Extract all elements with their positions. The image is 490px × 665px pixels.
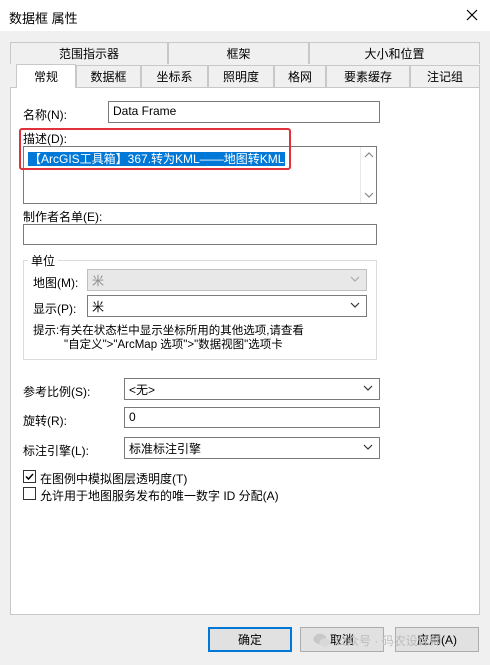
tab-label: 格网 — [287, 70, 312, 84]
close-button[interactable] — [458, 2, 486, 28]
unique-id-checkbox[interactable] — [23, 487, 36, 500]
simulate-transparency-checkbox[interactable] — [23, 470, 36, 483]
wechat-icon — [313, 633, 331, 647]
tab-annotation-groups[interactable]: 注记组 — [410, 65, 480, 87]
scroll-down-icon[interactable] — [361, 189, 377, 201]
tab-label: 框架 — [226, 47, 251, 61]
tab-label: 坐标系 — [156, 70, 193, 84]
description-label: 描述(D): — [23, 132, 67, 146]
description-scrollbar[interactable] — [360, 147, 376, 203]
chevron-down-icon — [363, 385, 373, 391]
map-units-select: 米 — [87, 269, 367, 291]
reference-scale-select[interactable]: <无> — [124, 378, 380, 400]
display-units-label: 显示(P): — [33, 302, 77, 316]
credits-label: 制作者名单(E): — [23, 210, 103, 224]
reference-scale-value: <无> — [129, 383, 156, 397]
label-engine-value: 标准标注引擎 — [129, 442, 202, 456]
tab-general[interactable]: 常规 — [16, 64, 76, 88]
tab-label: 照明度 — [222, 70, 259, 84]
tab-label: 大小和位置 — [364, 47, 425, 61]
map-units-value: 米 — [92, 274, 105, 288]
unique-id-label[interactable]: 允许用于地图服务发布的唯一数字 ID 分配(A) — [40, 487, 279, 504]
description-text: 【ArcGIS工具箱】367.转为KML——地图转KML — [28, 152, 286, 166]
tab-size-position[interactable]: 大小和位置 — [309, 42, 480, 64]
rotation-label: 旋转(R): — [23, 414, 67, 428]
name-label: 名称(N): — [23, 108, 67, 122]
scroll-up-icon[interactable] — [361, 149, 377, 161]
tab-frame[interactable]: 框架 — [168, 42, 309, 64]
label-engine-label: 标注引擎(L): — [23, 444, 90, 458]
tab-feature-cache[interactable]: 要素缓存 — [326, 65, 410, 87]
ok-button[interactable]: 确定 — [208, 627, 292, 652]
tab-label: 数据框 — [90, 70, 127, 84]
label-engine-select[interactable]: 标准标注引擎 — [124, 437, 380, 459]
checkmark-icon — [25, 473, 34, 481]
tab-label: 要素缓存 — [343, 70, 392, 84]
reference-scale-label: 参考比例(S): — [23, 385, 91, 399]
chevron-down-icon — [350, 276, 360, 282]
tab-label: 范围指示器 — [58, 47, 119, 61]
units-tip-line-2: "自定义">"ArcMap 选项">"数据视图"选项卡 — [64, 339, 283, 351]
close-icon — [466, 9, 478, 21]
description-field[interactable]: 【ArcGIS工具箱】367.转为KML——地图转KML — [23, 146, 377, 204]
tab-coordinate-system[interactable]: 坐标系 — [141, 65, 208, 87]
watermark-text: 公众号 · 码农设计师 — [335, 634, 442, 648]
display-units-value: 米 — [92, 300, 105, 314]
name-field[interactable]: Data Frame — [108, 101, 380, 123]
tab-illumination[interactable]: 照明度 — [208, 65, 274, 87]
watermark: 公众号 · 码农设计师 — [313, 632, 442, 649]
display-units-select[interactable]: 米 — [87, 295, 367, 317]
simulate-transparency-label[interactable]: 在图例中模拟图层透明度(T) — [40, 470, 187, 487]
tab-label: 常规 — [33, 70, 58, 84]
general-panel: 名称(N): Data Frame 描述(D): 【ArcGIS工具箱】367.… — [10, 87, 480, 615]
chevron-down-icon — [363, 444, 373, 450]
tab-grids[interactable]: 格网 — [274, 65, 326, 87]
chevron-down-icon — [350, 302, 360, 308]
tab-data-frame[interactable]: 数据框 — [76, 65, 141, 87]
credits-field[interactable] — [23, 224, 377, 245]
map-units-label: 地图(M): — [33, 276, 79, 290]
window-title: 数据框 属性 — [9, 11, 78, 26]
units-group-title: 单位 — [28, 252, 59, 269]
tab-extent-indicators[interactable]: 范围指示器 — [10, 42, 168, 64]
rotation-field[interactable]: 0 — [124, 407, 380, 428]
tab-label: 注记组 — [426, 70, 463, 84]
